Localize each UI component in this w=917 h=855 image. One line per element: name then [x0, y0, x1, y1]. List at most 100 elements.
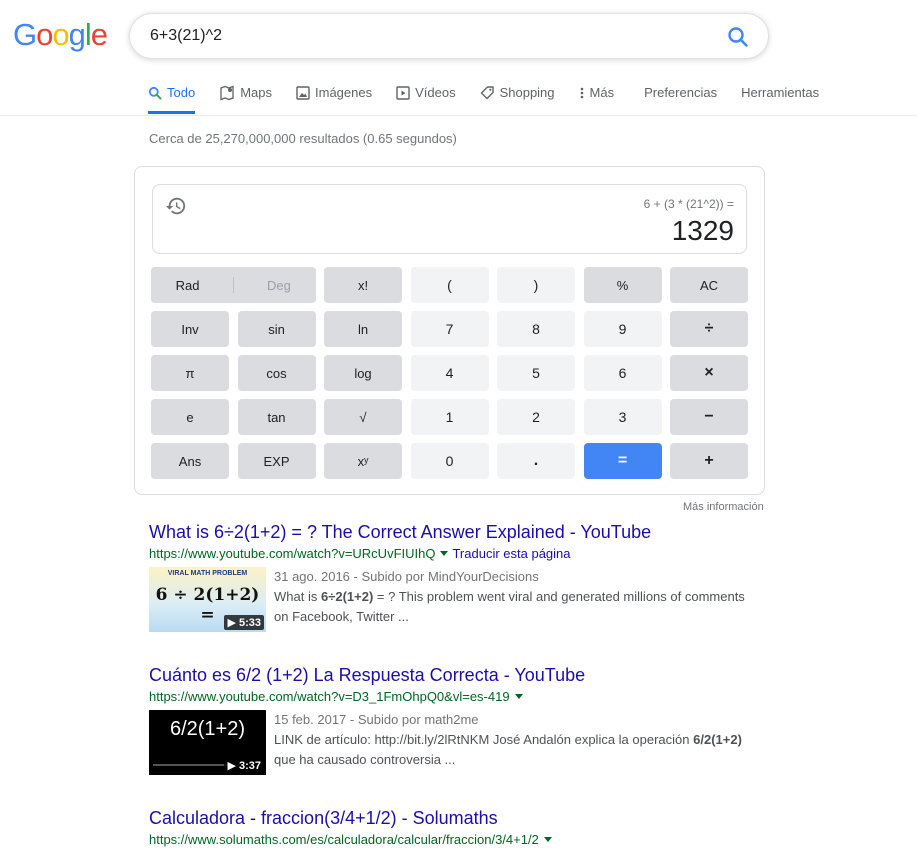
key-7[interactable]: 7	[410, 311, 489, 347]
result-snippet: 15 feb. 2017 - Subido por math2me LINK d…	[274, 710, 749, 775]
result-title-link[interactable]: Cuánto es 6/2 (1+2) La Respuesta Correct…	[149, 664, 749, 686]
key-ln[interactable]: ln	[324, 311, 402, 347]
key-sqrt[interactable]: √	[324, 399, 402, 435]
snippet-highlight: 6/2(1+2)	[693, 732, 742, 747]
snippet-text: What is	[274, 589, 321, 604]
snippet-text: LINK de artículo: http://bit.ly/2lRtNKM …	[274, 732, 694, 747]
result-title-link[interactable]: What is 6÷2(1+2) = ? The Correct Answer …	[149, 521, 749, 543]
key-tan[interactable]: tan	[237, 399, 316, 435]
key-3[interactable]: 3	[583, 399, 662, 435]
logo-letter: e	[90, 17, 108, 52]
tab-herramientas[interactable]: Herramientas	[741, 74, 819, 111]
result-stats: Cerca de 25,270,000,000 resultados (0.65…	[149, 131, 457, 146]
video-duration: ▶ 3:37	[224, 758, 264, 773]
key-decimal[interactable]: .	[497, 443, 575, 479]
key-9[interactable]: 9	[583, 311, 662, 347]
history-icon[interactable]	[165, 195, 187, 217]
key-8[interactable]: 8	[497, 311, 575, 347]
key-5[interactable]: 5	[497, 355, 575, 391]
search-button[interactable]	[726, 25, 750, 49]
tab-preferencias[interactable]: Preferencias	[644, 74, 717, 111]
tab-label: Shopping	[499, 85, 555, 100]
key-inv[interactable]: Inv	[151, 311, 229, 347]
duration-text: 3:37	[238, 760, 261, 772]
thumbnail-progress-track	[153, 764, 228, 766]
tab-label: Todo	[167, 85, 196, 100]
snippet-highlight: 6÷2(1+2)	[320, 589, 374, 604]
key-minus[interactable]: −	[670, 399, 748, 435]
tab-videos[interactable]: Vídeos	[396, 74, 456, 111]
result-body: 6/2(1+2) ▶ 3:37 15 feb. 2017 - Subido po…	[149, 710, 749, 775]
google-logo[interactable]: Google	[13, 17, 108, 52]
deg-label[interactable]: Deg	[267, 278, 291, 293]
calculator-card: 6 + (3 * (21^2)) = 1329 Rad Deg x! ( ) %…	[134, 166, 765, 495]
tab-label: Preferencias	[644, 85, 718, 100]
caret-down-icon[interactable]	[543, 837, 552, 843]
more-info-link[interactable]: Más información	[683, 501, 764, 513]
result-snippet: 31 ago. 2016 - Subido por MindYourDecisi…	[274, 567, 749, 632]
rad-deg-toggle[interactable]: Rad Deg	[151, 267, 316, 303]
calculator-keypad: Rad Deg x! ( ) % AC Inv sin ln 7 8 9 ÷ π…	[151, 267, 748, 479]
key-multiply[interactable]: ×	[670, 355, 748, 391]
caret-down-icon[interactable]	[440, 551, 449, 557]
key-plus[interactable]: +	[670, 443, 748, 479]
key-exp[interactable]: EXP	[237, 443, 316, 479]
result-title-link[interactable]: Calculadora - fraccion(3/4+1/2) - Soluma…	[149, 807, 556, 829]
key-1[interactable]: 1	[410, 399, 489, 435]
key-close-paren[interactable]: )	[497, 267, 575, 303]
tab-label: Maps	[240, 85, 272, 100]
tab-mas[interactable]: Más	[579, 74, 614, 111]
duration-text: 5:33	[238, 617, 261, 629]
search-icon	[148, 86, 162, 99]
key-2[interactable]: 2	[497, 399, 575, 435]
result-meta: 31 ago. 2016 - Subido por MindYourDecisi…	[274, 569, 539, 584]
video-icon	[396, 85, 410, 100]
result-url: https://www.solumaths.com/es/calculadora…	[149, 832, 539, 847]
tab-shopping[interactable]: Shopping	[480, 74, 555, 111]
key-power[interactable]: xʸ	[324, 443, 402, 479]
caret-down-icon[interactable]	[514, 694, 523, 700]
rad-label[interactable]: Rad	[176, 278, 200, 293]
result-body: VIRAL MATH PROBLEM 6 ÷ 2(1+2) = ▶ 5:33 3…	[149, 567, 749, 632]
key-pi[interactable]: π	[151, 355, 229, 391]
thumbnail-formula: 6/2(1+2)	[169, 718, 246, 740]
tab-todo[interactable]: Todo	[148, 74, 196, 114]
search-input[interactable]	[150, 14, 710, 58]
video-duration: ▶ 5:33	[224, 615, 264, 630]
result-url: https://www.youtube.com/watch?v=D3_1FmOh…	[149, 689, 510, 704]
key-e[interactable]: e	[151, 399, 229, 435]
key-6[interactable]: 6	[583, 355, 662, 391]
result-meta: 15 feb. 2017 - Subido por math2me	[274, 712, 479, 727]
key-equals[interactable]: =	[583, 443, 662, 479]
tab-label: Vídeos	[415, 85, 456, 100]
key-sin[interactable]: sin	[237, 311, 316, 347]
key-divide[interactable]: ÷	[670, 311, 748, 347]
key-ac[interactable]: AC	[670, 267, 748, 303]
more-vert-icon	[580, 87, 583, 98]
tab-imagenes[interactable]: Imágenes	[296, 74, 372, 111]
key-ans[interactable]: Ans	[151, 443, 229, 479]
logo-letter: o	[52, 17, 69, 52]
translate-link[interactable]: Traducir esta página	[452, 546, 570, 561]
thumbnail-caption: VIRAL MATH PROBLEM	[167, 570, 248, 577]
search-box	[129, 13, 769, 59]
key-factorial[interactable]: x!	[324, 267, 402, 303]
tag-icon	[480, 86, 494, 100]
search-result: Calculadora - fraccion(3/4+1/2) - Soluma…	[149, 807, 556, 850]
key-0[interactable]: 0	[410, 443, 489, 479]
tab-label: Herramientas	[741, 85, 820, 100]
search-tabs: Todo Maps Imágenes Vídeos Shopping Más P…	[148, 74, 843, 114]
key-log[interactable]: log	[324, 355, 402, 391]
video-thumbnail[interactable]: VIRAL MATH PROBLEM 6 ÷ 2(1+2) = ▶ 5:33	[149, 567, 266, 632]
key-4[interactable]: 4	[410, 355, 489, 391]
video-thumbnail[interactable]: 6/2(1+2) ▶ 3:37	[149, 710, 266, 775]
tab-maps[interactable]: Maps	[219, 74, 272, 111]
search-icon	[728, 27, 748, 47]
key-open-paren[interactable]: (	[410, 267, 489, 303]
result-url: https://www.youtube.com/watch?v=URcUvFIU…	[149, 546, 436, 561]
calculator-result: 1329	[671, 215, 734, 246]
key-cos[interactable]: cos	[237, 355, 316, 391]
search-result: What is 6÷2(1+2) = ? The Correct Answer …	[149, 521, 749, 632]
key-percent[interactable]: %	[583, 267, 662, 303]
logo-letter: o	[36, 17, 53, 52]
